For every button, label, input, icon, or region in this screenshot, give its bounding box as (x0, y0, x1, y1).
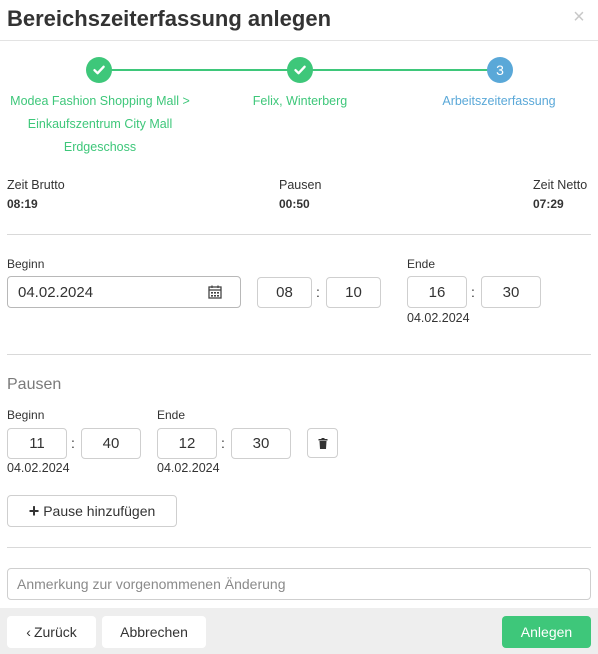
step-2-check-icon (287, 57, 313, 83)
beginn-minute-input[interactable]: 10 (326, 277, 381, 308)
brutto-value: 08:19 (7, 197, 38, 211)
ende-minute-input[interactable]: 30 (481, 276, 541, 308)
time-separator: : (316, 284, 320, 300)
step-1-label: Modea Fashion Shopping Mall > Einkaufsze… (10, 94, 190, 154)
step-1-check-icon (86, 57, 112, 83)
back-button[interactable]: ‹ Zurück (7, 616, 96, 648)
pausen-total-value: 00:50 (279, 197, 310, 211)
time-separator: : (71, 435, 75, 451)
beginn-date-input[interactable]: 04.02.2024 (7, 276, 241, 308)
chevron-left-icon: ‹ (26, 624, 31, 640)
create-button[interactable]: Anlegen (502, 616, 591, 648)
cancel-button[interactable]: Abbrechen (102, 616, 206, 648)
pause-ende-date: 04.02.2024 (157, 461, 220, 475)
pausen-total-label: Pausen (279, 178, 322, 192)
pause-ende-label: Ende (157, 408, 186, 422)
step-3-label: Arbeitszeiterfassung (442, 94, 556, 108)
pausen-section-title: Pausen (7, 376, 62, 393)
pausen-divider (7, 547, 591, 548)
ende-date: 04.02.2024 (407, 311, 470, 325)
ende-label: Ende (407, 257, 436, 271)
trash-icon (318, 437, 327, 449)
time-separator: : (471, 284, 475, 300)
pause-beginn-hour-input[interactable]: 11 (7, 428, 67, 459)
remark-input[interactable]: Anmerkung zur vorgenommenen Änderung (7, 568, 591, 600)
step-connector-1 (111, 69, 288, 71)
netto-value: 07:29 (533, 197, 564, 211)
beginn-date-value: 04.02.2024 (18, 283, 94, 301)
summary-divider (7, 234, 591, 235)
beginn-hour-input[interactable]: 08 (257, 277, 312, 308)
time-separator: : (221, 435, 225, 451)
pause-ende-hour-input[interactable]: 12 (157, 428, 217, 459)
beginn-label: Beginn (7, 257, 45, 271)
netto-label: Zeit Netto (533, 178, 588, 192)
header-divider (0, 40, 598, 41)
add-pause-button[interactable]: + Pause hinzufügen (7, 495, 177, 527)
pause-beginn-date: 04.02.2024 (7, 461, 70, 475)
step-2-label: Felix, Winterberg (252, 94, 348, 108)
pause-beginn-label: Beginn (7, 408, 45, 422)
ende-hour-input[interactable]: 16 (407, 276, 467, 308)
pause-ende-minute-input[interactable]: 30 (231, 428, 291, 459)
delete-pause-button[interactable] (307, 428, 338, 458)
add-pause-label: Pause hinzufügen (43, 503, 156, 519)
step-3-number: 3 (487, 57, 513, 83)
brutto-label: Zeit Brutto (7, 178, 65, 192)
calendar-icon[interactable] (208, 285, 222, 303)
work-divider (7, 354, 591, 355)
close-icon[interactable]: × (570, 7, 588, 27)
step-connector-2 (312, 69, 488, 71)
pause-beginn-minute-input[interactable]: 40 (81, 428, 141, 459)
plus-icon: + (28, 501, 40, 521)
back-label: Zurück (33, 624, 77, 640)
dialog-title: Bereichszeiterfassung anlegen (7, 6, 332, 31)
